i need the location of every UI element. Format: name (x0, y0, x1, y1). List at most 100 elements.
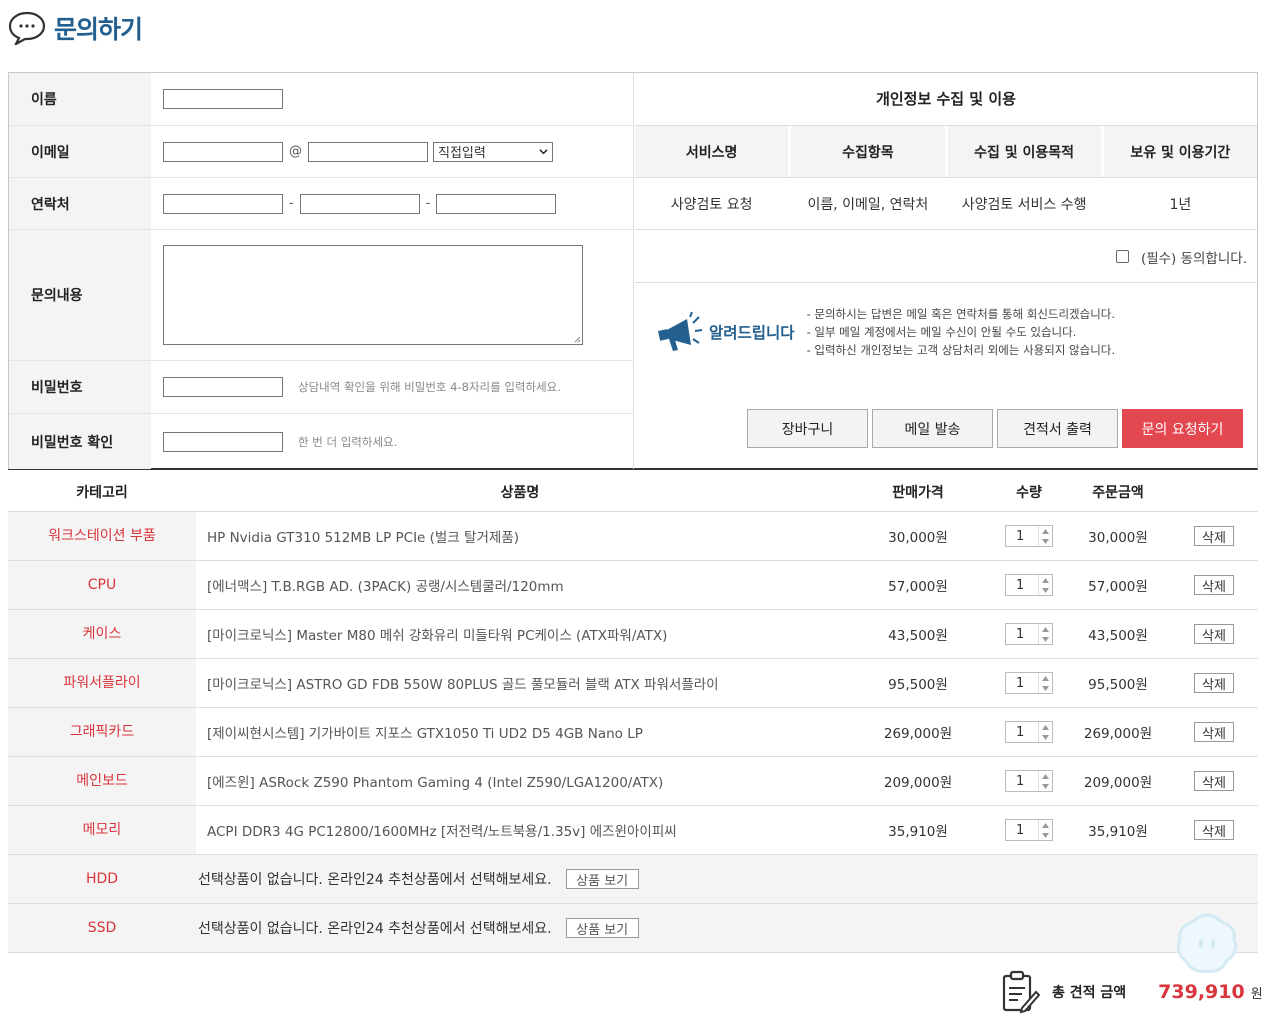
product-price: 35,910원 (888, 824, 948, 840)
email-domain-input[interactable] (308, 141, 428, 162)
table-row: CPU [에너맥스] T.B.RGB AD. (3PACK) 공랭/시스템쿨러/1… (8, 561, 1258, 610)
privacy-header-cell: 서비스명 (635, 126, 792, 177)
privacy-header-cell: 수집 및 이용목적 (947, 126, 1104, 177)
product-list: 카테고리 상품명 판매가격 수량 주문금액 워크스테이션 부품 HP Nvidia… (8, 473, 1258, 953)
page-title: 문의하기 (54, 15, 143, 44)
email-row: 이메일 @ 직접입력 (9, 126, 634, 178)
notice-title: 알려드립니다 (709, 324, 795, 342)
send-mail-button[interactable]: 메일 발송 (872, 409, 993, 448)
quantity-value: 1 (1016, 675, 1025, 691)
phone-part2-input[interactable] (299, 193, 420, 214)
delete-button[interactable]: 삭제 (1194, 673, 1234, 693)
name-label: 이름 (9, 73, 151, 125)
product-amount: 209,000원 (1083, 775, 1153, 791)
notice-line: - 문의하시는 답변은 메일 혹은 연락처를 통해 회신드리겠습니다. (806, 307, 1116, 321)
agree-label[interactable]: (필수) 동의합니다. (1141, 247, 1247, 267)
phone-label: 연락처 (9, 178, 151, 229)
chevron-down-icon[interactable] (1042, 832, 1049, 838)
privacy-cell: 이름, 이메일, 연락처 (791, 178, 948, 229)
chevron-up-icon[interactable] (1042, 675, 1049, 681)
view-products-button[interactable]: 상품 보기 (565, 918, 639, 938)
delete-button[interactable]: 삭제 (1194, 722, 1234, 742)
chevron-down-icon[interactable] (1042, 783, 1049, 789)
chevron-down-icon[interactable] (1042, 538, 1049, 544)
resize-grip-icon[interactable] (573, 335, 581, 343)
product-category: HDD (8, 855, 196, 903)
quantity-stepper[interactable]: 1 (1005, 574, 1053, 596)
privacy-cell: 사양검토 서비스 수행 (948, 178, 1104, 229)
email-domain-select-value: 직접입력 (438, 146, 486, 161)
chevron-down-icon[interactable] (1042, 734, 1049, 740)
product-name[interactable]: [마이크로닉스] ASTRO GD FDB 550W 80PLUS 골드 풀모듈… (196, 673, 844, 693)
delete-button[interactable]: 삭제 (1194, 575, 1234, 595)
product-name[interactable]: [마이크로닉스] Master M80 메쉬 강화유리 미들타워 PC케이스 (… (196, 624, 844, 644)
delete-button[interactable]: 삭제 (1194, 771, 1234, 791)
password-confirm-hint: 한 번 더 입력하세요. (298, 434, 398, 449)
phone-part1-input[interactable] (163, 193, 283, 214)
table-row: 케이스 [마이크로닉스] Master M80 메쉬 강화유리 미들타워 PC케이… (8, 610, 1258, 659)
delete-button[interactable]: 삭제 (1194, 526, 1234, 546)
quantity-stepper[interactable]: 1 (1005, 721, 1053, 743)
quantity-stepper[interactable]: 1 (1005, 672, 1053, 694)
content-row: 문의내용 (9, 230, 634, 361)
email-domain-select[interactable]: 직접입력 (433, 141, 553, 162)
chevron-up-icon[interactable] (1042, 822, 1049, 828)
chevron-down-icon[interactable] (1042, 685, 1049, 691)
privacy-header-cell: 보유 및 이용기간 (1103, 126, 1257, 177)
phone-part3-input[interactable] (436, 193, 557, 214)
product-category: 그래픽카드 (8, 708, 196, 756)
notice-line: - 입력하신 개인정보는 고객 상담처리 외에는 사용되지 않습니다. (806, 343, 1116, 357)
email-at-sign: @ (289, 144, 302, 159)
quantity-stepper[interactable]: 1 (1005, 770, 1053, 792)
content-textarea[interactable] (163, 245, 583, 345)
privacy-header-row: 서비스명 수집항목 수집 및 이용목적 보유 및 이용기간 (635, 126, 1257, 178)
privacy-header-cell: 수집항목 (791, 126, 948, 177)
product-amount: 57,000원 (1088, 579, 1148, 595)
chevron-up-icon[interactable] (1042, 626, 1049, 632)
agree-checkbox[interactable] (1115, 250, 1129, 263)
empty-message: 선택상품이 없습니다. 온라인24 추천상품에서 선택해보세요. (198, 921, 552, 937)
chevron-down-icon[interactable] (1042, 636, 1049, 642)
privacy-title: 개인정보 수집 및 이용 (635, 73, 1257, 126)
header-price: 판매가격 (892, 485, 944, 501)
quantity-stepper[interactable]: 1 (1005, 525, 1053, 547)
cart-button[interactable]: 장바구니 (747, 409, 868, 448)
action-buttons: 장바구니 메일 발송 견적서 출력 문의 요청하기 (747, 409, 1247, 448)
delete-button[interactable]: 삭제 (1194, 820, 1234, 840)
product-name[interactable]: [제이씨현시스템] 기가바이트 지포스 GTX1050 Ti UD2 D5 4G… (196, 722, 844, 742)
phone-separator: - (425, 196, 431, 211)
product-name[interactable]: [에너맥스] T.B.RGB AD. (3PACK) 공랭/시스템쿨러/120m… (196, 575, 844, 595)
email-id-input[interactable] (163, 141, 283, 162)
quantity-stepper[interactable]: 1 (1005, 819, 1053, 841)
header-name: 상품명 (500, 485, 540, 501)
chevron-up-icon[interactable] (1042, 528, 1049, 534)
password-input[interactable] (163, 377, 283, 397)
product-name[interactable]: HP Nvidia GT310 512MB LP PCIe (벌크 탈거제품) (196, 526, 844, 546)
table-row-empty: HDD 선택상품이 없습니다. 온라인24 추천상품에서 선택해보세요. 상품 보기 (8, 855, 1258, 904)
privacy-cell: 사양검토 요청 (635, 178, 792, 229)
chevron-up-icon[interactable] (1042, 773, 1049, 779)
chevron-down-icon[interactable] (1042, 587, 1049, 593)
delete-button[interactable]: 삭제 (1194, 624, 1234, 644)
product-name[interactable]: ACPI DDR3 4G PC12800/1600MHz [저전력/노트북용/1… (196, 820, 844, 840)
chevron-up-icon[interactable] (1042, 724, 1049, 730)
submit-inquiry-button[interactable]: 문의 요청하기 (1122, 409, 1243, 448)
product-category: SSD (8, 904, 196, 952)
product-amount: 35,910원 (1088, 824, 1148, 840)
password-confirm-input[interactable] (163, 431, 283, 452)
password-confirm-row: 비밀번호 확인 한 번 더 입력하세요. (9, 414, 634, 469)
product-amount: 269,000원 (1083, 726, 1153, 742)
product-name[interactable]: [에즈윈] ASRock Z590 Phantom Gaming 4 (Inte… (196, 771, 844, 791)
total-label: 총 견적 금액 (1052, 985, 1127, 1001)
product-amount: 95,500원 (1088, 677, 1148, 693)
chevron-down-icon (539, 149, 548, 155)
speech-bubble-icon (8, 11, 46, 45)
print-quote-button[interactable]: 견적서 출력 (997, 409, 1118, 448)
product-list-header: 카테고리 상품명 판매가격 수량 주문금액 (8, 473, 1258, 512)
name-input[interactable] (163, 89, 283, 109)
view-products-button[interactable]: 상품 보기 (565, 869, 639, 889)
quantity-stepper[interactable]: 1 (1005, 623, 1053, 645)
empty-row-content: 선택상품이 없습니다. 온라인24 추천상품에서 선택해보세요. 상품 보기 (196, 918, 844, 938)
chevron-up-icon[interactable] (1042, 577, 1049, 583)
quantity-value: 1 (1016, 528, 1025, 544)
